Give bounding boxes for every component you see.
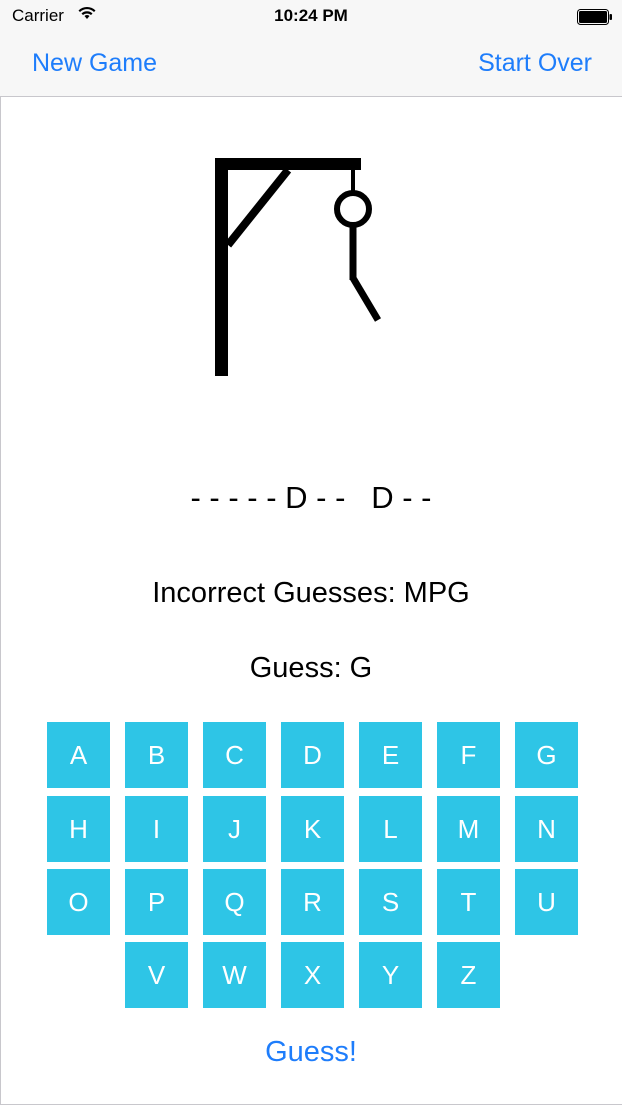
key-w[interactable]: W xyxy=(203,942,266,1008)
key-c[interactable]: C xyxy=(203,722,266,788)
incorrect-guesses-label: Incorrect Guesses: MPG xyxy=(152,577,470,609)
key-x[interactable]: X xyxy=(281,942,344,1008)
key-r[interactable]: R xyxy=(281,869,344,935)
key-m[interactable]: M xyxy=(437,796,500,862)
key-e[interactable]: E xyxy=(359,722,422,788)
keyboard-row-2: H I J K L M N xyxy=(47,796,578,862)
clock-time: 10:24 PM xyxy=(274,6,348,25)
key-q[interactable]: Q xyxy=(203,869,266,935)
navigation-bar: New Game Start Over xyxy=(0,40,622,97)
key-f[interactable]: F xyxy=(437,722,500,788)
hangman-figure xyxy=(334,190,382,322)
key-d[interactable]: D xyxy=(281,722,344,788)
key-a[interactable]: A xyxy=(47,722,110,788)
key-y[interactable]: Y xyxy=(359,942,422,1008)
key-l[interactable]: L xyxy=(359,796,422,862)
gallows-frame xyxy=(215,158,361,376)
key-j[interactable]: J xyxy=(203,796,266,862)
key-s[interactable]: S xyxy=(359,869,422,935)
key-z[interactable]: Z xyxy=(437,942,500,1008)
key-g[interactable]: G xyxy=(515,722,578,788)
current-guess-label: Guess: G xyxy=(249,652,373,684)
battery-icon xyxy=(577,9,613,25)
new-game-button[interactable]: New Game xyxy=(32,49,157,78)
keyboard-row-1: A B C D E F G xyxy=(47,722,578,788)
hangman-screen: Carrier 10:24 PM New Game Start Over - -… xyxy=(0,0,622,1106)
key-t[interactable]: T xyxy=(437,869,500,935)
left-edge-line xyxy=(0,96,1,1104)
key-u[interactable]: U xyxy=(515,869,578,935)
key-b[interactable]: B xyxy=(125,722,188,788)
start-over-button[interactable]: Start Over xyxy=(478,49,592,78)
bottom-edge-line xyxy=(0,1104,622,1105)
key-h[interactable]: H xyxy=(47,796,110,862)
status-bar: Carrier 10:24 PM xyxy=(0,0,622,40)
word-display: - - - - - D - - D - - xyxy=(190,480,432,515)
key-i[interactable]: I xyxy=(125,796,188,862)
key-v[interactable]: V xyxy=(125,942,188,1008)
guess-button[interactable]: Guess! xyxy=(0,1036,622,1069)
keyboard-row-4: V W X Y Z xyxy=(125,942,500,1008)
key-o[interactable]: O xyxy=(47,869,110,935)
key-n[interactable]: N xyxy=(515,796,578,862)
hangman-drawing xyxy=(200,150,400,390)
key-k[interactable]: K xyxy=(281,796,344,862)
key-p[interactable]: P xyxy=(125,869,188,935)
keyboard-row-3: O P Q R S T U xyxy=(47,869,578,935)
